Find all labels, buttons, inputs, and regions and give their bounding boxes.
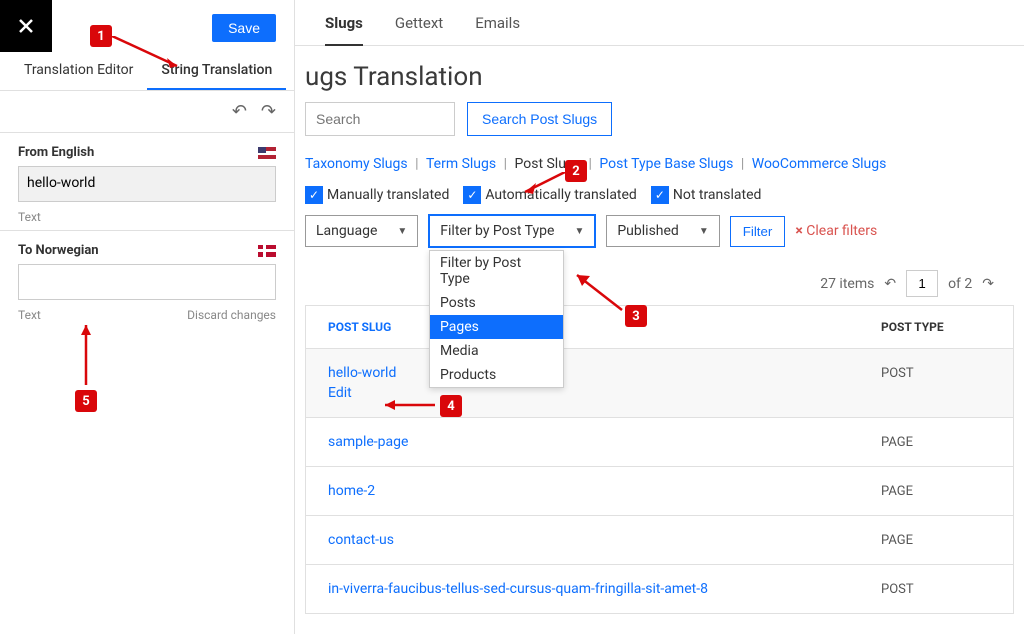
subtab-posttype[interactable]: Post Type Base Slugs [599, 156, 733, 172]
clear-filters-link[interactable]: × Clear filters [795, 223, 877, 239]
subtab-taxonomy[interactable]: Taxonomy Slugs [305, 156, 408, 172]
pagination-total: of 2 [948, 276, 972, 292]
table-head: POST SLUG POST TYPE [305, 305, 1014, 349]
close-icon [18, 18, 34, 34]
marker-5: 5 [75, 390, 97, 412]
marker-4: 4 [440, 395, 462, 417]
posttype-dropdown[interactable]: Filter by Post Type ▼ [428, 214, 596, 248]
menu-item-products[interactable]: Products [430, 363, 563, 387]
checkbox-not-wrap: ✓Not translated [651, 186, 762, 204]
chevron-down-icon: ▼ [699, 226, 709, 237]
table-row[interactable]: contact-us PAGE [305, 516, 1014, 565]
menu-item-posts[interactable]: Posts [430, 291, 563, 315]
slug-link[interactable]: home-2 [328, 483, 375, 499]
checkbox-manual-label: Manually translated [327, 187, 449, 203]
arrow-2-icon [520, 172, 570, 202]
flag-us-icon [258, 147, 276, 159]
from-english-input[interactable]: hello-world [18, 166, 276, 202]
post-type-text: PAGE [881, 484, 913, 499]
pagination-page-input[interactable] [906, 270, 938, 297]
marker-1: 1 [90, 25, 112, 47]
subtab-woo[interactable]: WooCommerce Slugs [752, 156, 887, 172]
checkbox-row: ✓Manually translated ✓Automatically tran… [295, 186, 1024, 214]
main-content: Slugs Gettext Emails ugs Translation Sea… [295, 0, 1024, 634]
subtabs: Taxonomy Slugs | Term Slugs | Post Slugs… [295, 156, 1024, 186]
from-english-section: From English hello-world Text [0, 133, 294, 231]
checkbox-not[interactable]: ✓ [651, 186, 669, 204]
marker-3: 3 [625, 305, 647, 327]
menu-item-media[interactable]: Media [430, 339, 563, 363]
checkbox-manual-wrap: ✓Manually translated [305, 186, 449, 204]
search-input[interactable] [305, 102, 455, 136]
arrow-3-icon [572, 270, 632, 315]
nav-arrows: ↶ ↷ [0, 91, 294, 133]
tab-gettext[interactable]: Gettext [395, 14, 443, 45]
to-meta-text: Text [18, 308, 41, 322]
menu-item-filter[interactable]: Filter by Post Type [430, 251, 563, 291]
from-meta: Text [18, 210, 276, 224]
slug-table: POST SLUG POST TYPE hello-world Edit POS… [295, 305, 1024, 614]
checkbox-auto[interactable]: ✓ [463, 186, 481, 204]
tab-slugs[interactable]: Slugs [325, 14, 363, 46]
prev-arrow-icon[interactable]: ↶ [232, 101, 247, 122]
to-norwegian-input[interactable] [18, 264, 276, 300]
search-row: Search Post Slugs [295, 102, 1024, 156]
search-post-slugs-button[interactable]: Search Post Slugs [467, 102, 612, 136]
col-slug-header[interactable]: POST SLUG [328, 320, 881, 334]
table-row[interactable]: in-viverra-faucibus-tellus-sed-cursus-qu… [305, 565, 1014, 614]
status-label: Published [617, 223, 678, 239]
table-row[interactable]: home-2 PAGE [305, 467, 1014, 516]
from-label: From English [18, 145, 94, 160]
marker-2: 2 [565, 160, 587, 182]
pagination: 27 items ↶ of 2 ↷ [295, 270, 1024, 305]
posttype-dropdown-menu: Filter by Post Type Posts Pages Media Pr… [429, 250, 564, 388]
pagination-count: 27 items [820, 276, 874, 292]
status-dropdown[interactable]: Published ▼ [606, 215, 719, 247]
chevron-down-icon: ▼ [397, 226, 407, 237]
slug-link[interactable]: contact-us [328, 532, 394, 548]
chevron-down-icon: ▼ [574, 226, 584, 237]
close-button[interactable] [0, 0, 52, 52]
save-button[interactable]: Save [212, 14, 276, 42]
checkbox-manual[interactable]: ✓ [305, 186, 323, 204]
post-type-text: PAGE [881, 533, 913, 548]
to-label: To Norwegian [18, 243, 99, 258]
pagination-next-icon[interactable]: ↷ [982, 276, 994, 292]
flag-no-icon [258, 245, 276, 257]
col-type-header: POST TYPE [881, 320, 991, 334]
language-label: Language [316, 223, 377, 239]
post-type-text: POST [881, 582, 914, 597]
slug-link[interactable]: sample-page [328, 434, 408, 450]
posttype-label: Filter by Post Type [440, 223, 554, 239]
filter-button[interactable]: Filter [730, 216, 786, 247]
language-dropdown[interactable]: Language ▼ [305, 215, 418, 247]
main-tabs: Slugs Gettext Emails [295, 0, 1024, 46]
to-meta: Text Discard changes [18, 308, 276, 322]
next-arrow-icon[interactable]: ↷ [261, 101, 276, 122]
sidebar: Save Translation Editor String Translati… [0, 0, 295, 634]
to-label-row: To Norwegian [18, 243, 276, 258]
from-meta-text: Text [18, 210, 41, 224]
menu-item-pages[interactable]: Pages [430, 315, 563, 339]
arrow-5-icon [80, 320, 92, 390]
arrow-1-icon [112, 36, 192, 76]
post-type-text: POST [881, 366, 914, 381]
discard-changes-link[interactable]: Discard changes [187, 308, 276, 322]
arrow-4-icon [380, 399, 440, 411]
post-type-text: PAGE [881, 435, 913, 450]
page-title: ugs Translation [295, 46, 1024, 102]
tab-emails[interactable]: Emails [475, 14, 520, 45]
slug-link[interactable]: hello-world [328, 365, 396, 381]
from-label-row: From English [18, 145, 276, 160]
filter-row: Language ▼ Filter by Post Type ▼ Published… [295, 214, 1024, 270]
pagination-prev-icon[interactable]: ↶ [884, 276, 896, 292]
table-row[interactable]: sample-page PAGE [305, 418, 1014, 467]
slug-link[interactable]: in-viverra-faucibus-tellus-sed-cursus-qu… [328, 581, 708, 597]
to-norwegian-section: To Norwegian Text Discard changes [0, 231, 294, 328]
subtab-term[interactable]: Term Slugs [426, 156, 496, 172]
checkbox-not-label: Not translated [673, 187, 762, 203]
